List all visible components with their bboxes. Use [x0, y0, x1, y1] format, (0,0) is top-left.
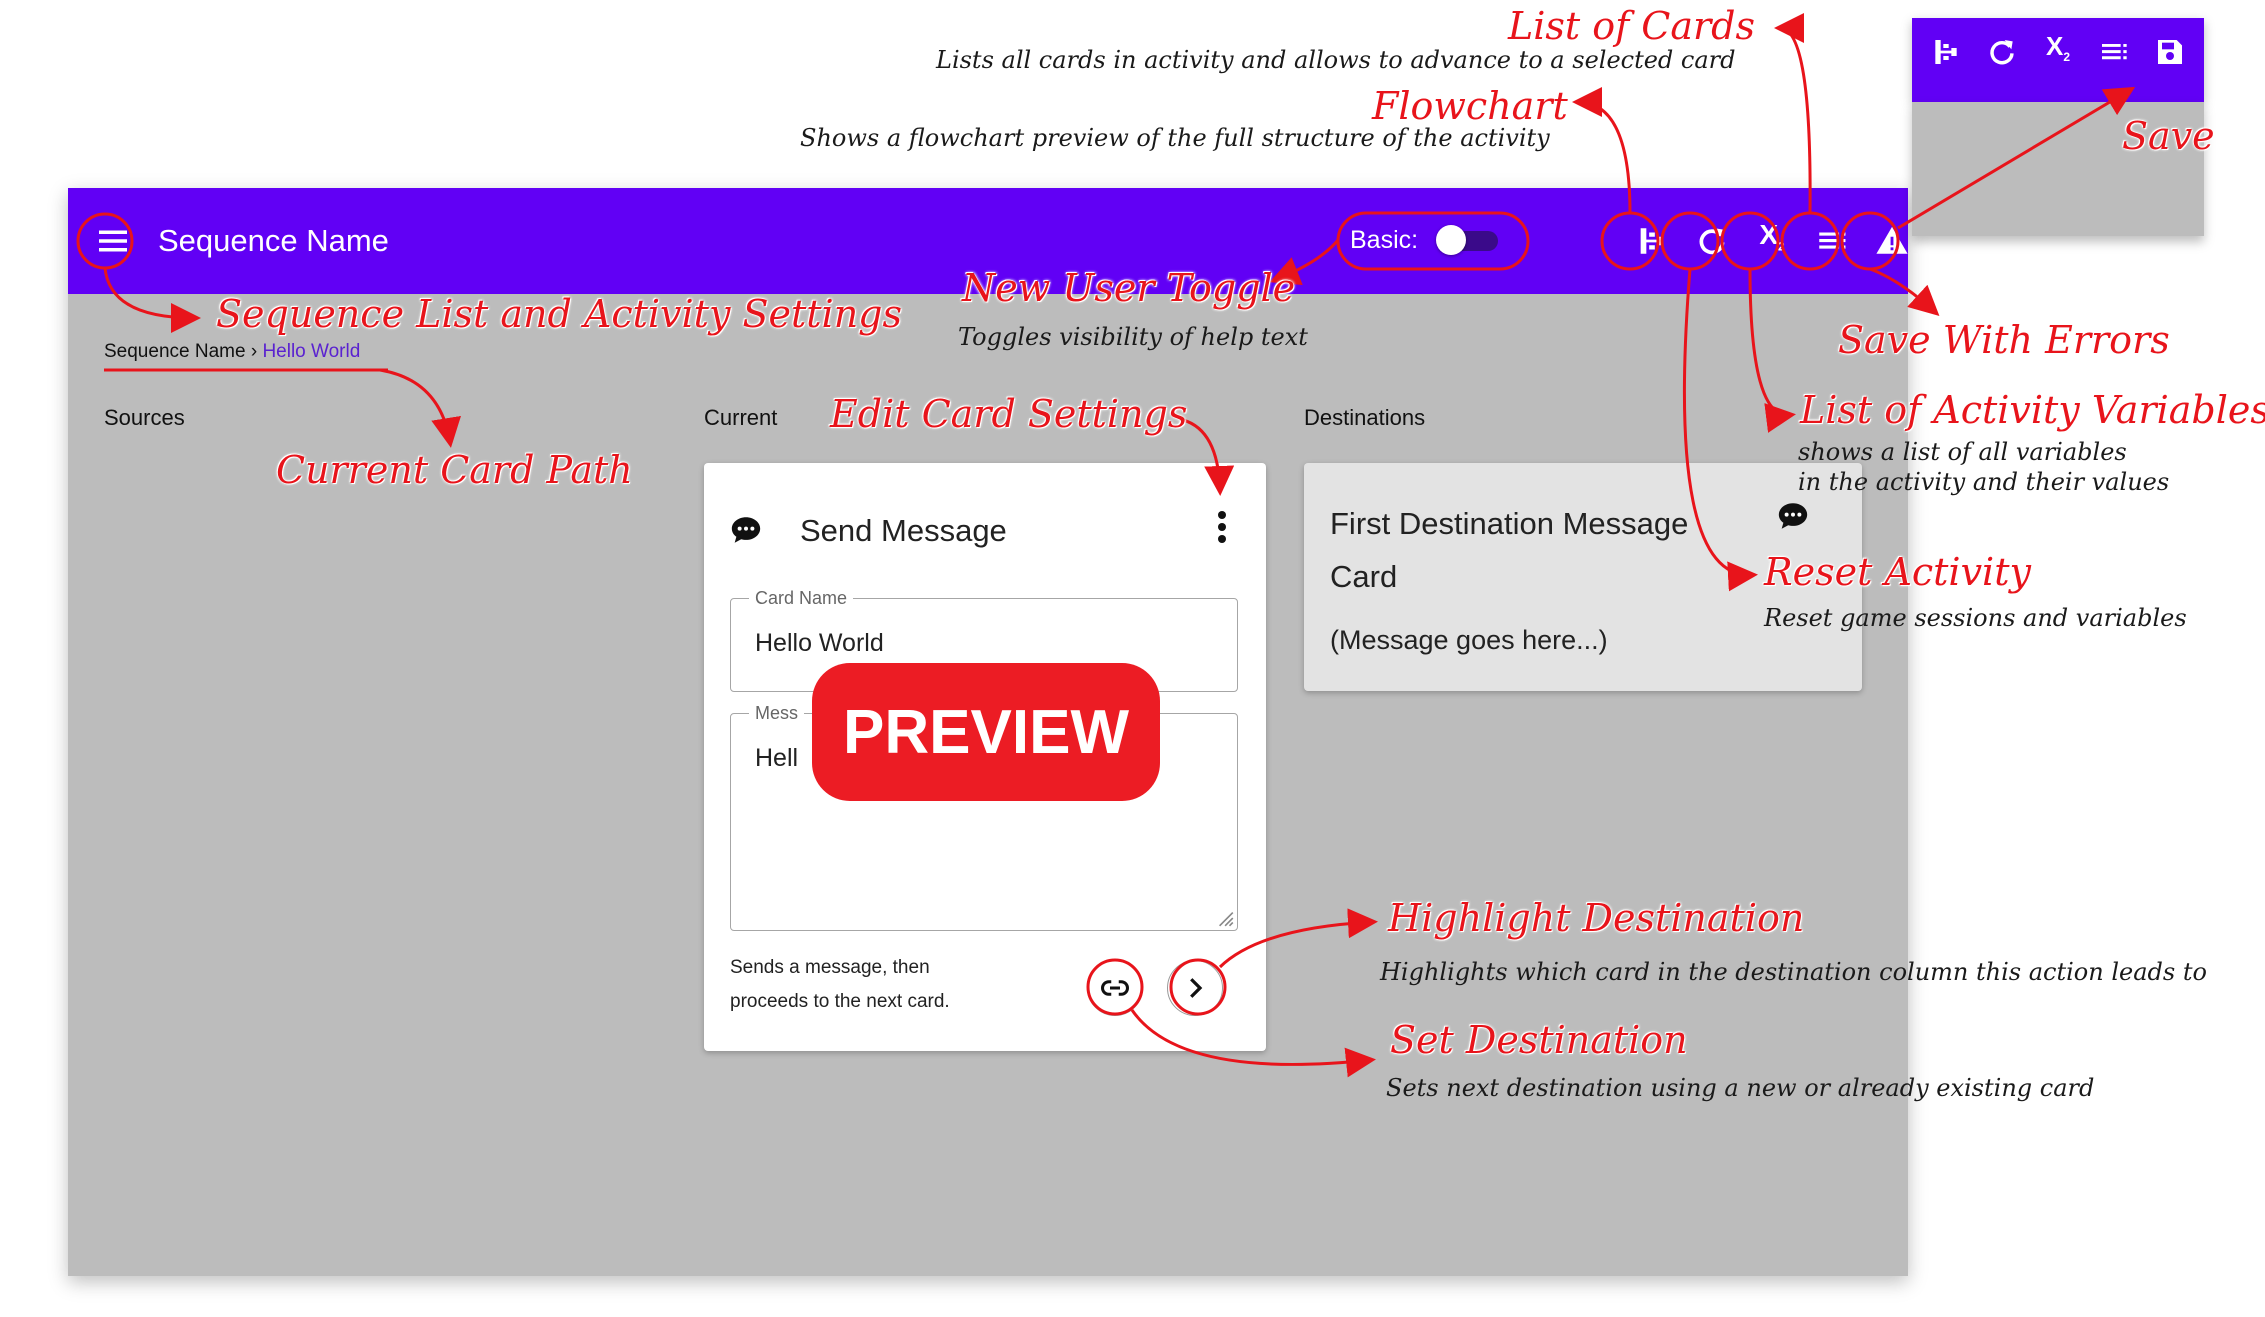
annotation-list-of-variables-desc-2: in the activity and their values [1798, 468, 2170, 496]
description-line-2: proceeds to the next card. [730, 991, 950, 1012]
annotation-set-destination-desc: Sets next destination using a new or alr… [1386, 1074, 2095, 1102]
mini-variables-button[interactable]: X2 [2038, 31, 2078, 72]
variables-button[interactable]: X2 [1750, 219, 1794, 263]
chat-icon [731, 517, 761, 543]
annotation-current-card-path: Current Card Path [276, 448, 633, 492]
breadcrumb-separator: › [250, 341, 258, 362]
variables-icon: X2 [1759, 219, 1785, 254]
annotation-new-user-toggle-desc: Toggles visibility of help text [958, 323, 1308, 351]
card-list-button[interactable] [1810, 219, 1854, 263]
card-name-value: Hello World [755, 629, 884, 657]
annotation-highlight-destination: Highlight Destination [1388, 896, 1805, 940]
chat-icon [1778, 503, 1808, 529]
annotation-highlight-destination-desc: Highlights which card in the destination… [1380, 958, 2207, 986]
basic-toggle-label: Basic: [1350, 226, 1419, 254]
mini-card-list-button[interactable] [2094, 32, 2134, 72]
annotation-save: Save [2122, 114, 2215, 158]
sources-column-header: Sources [104, 405, 185, 430]
annotation-reset-activity-desc: Reset game sessions and variables [1764, 604, 2187, 632]
mini-flowchart-button[interactable] [1926, 32, 1966, 72]
annotation-save-with-errors: Save With Errors [1838, 318, 2170, 362]
toggle-thumb [1436, 225, 1466, 255]
more-vert-icon[interactable] [1206, 507, 1238, 547]
chevron-right-icon [1190, 978, 1203, 998]
reset-icon [1699, 228, 1725, 255]
destination-title-line-2: Card [1330, 559, 1398, 594]
description-line-1: Sends a message, then [730, 957, 930, 978]
variables-icon: X2 [2045, 31, 2071, 65]
card-description: Sends a message, then proceeds to the ne… [730, 951, 1020, 1019]
annotation-flowchart: Flowchart [1372, 84, 1568, 128]
preview-badge: PREVIEW [812, 663, 1160, 801]
list-icon [1819, 232, 1846, 249]
set-destination-button[interactable] [1087, 960, 1143, 1016]
destination-card-subtitle: (Message goes here...) [1330, 625, 1608, 655]
mini-save-button[interactable] [2150, 32, 2190, 72]
breadcrumb-current[interactable]: Hello World [262, 341, 360, 362]
resize-handle-icon[interactable] [1213, 906, 1235, 928]
flowchart-button[interactable] [1630, 219, 1674, 263]
sequence-title: Sequence Name [158, 223, 389, 258]
menu-icon[interactable] [92, 220, 134, 262]
card-name-label: Card Name [749, 588, 854, 609]
link-icon [1101, 980, 1129, 996]
annotation-flowchart-desc: Shows a flowchart preview of the full st… [800, 124, 1550, 152]
list-icon [2102, 44, 2127, 60]
breadcrumb-root[interactable]: Sequence Name [104, 341, 246, 362]
annotation-list-of-variables: List of Activity Variables [1800, 388, 2265, 432]
warning-icon [1876, 226, 1908, 254]
reset-icon [1990, 40, 2014, 65]
annotation-list-of-cards: List of Cards [1508, 4, 1755, 48]
message-value: Hell [755, 744, 799, 772]
annotation-sequence-list: Sequence List and Activity Settings [216, 292, 903, 336]
reset-button[interactable] [1690, 219, 1734, 263]
annotation-reset-activity: Reset Activity [1764, 550, 2031, 594]
destinations-column-header: Destinations [1304, 405, 1426, 430]
card-title: Send Message [800, 513, 1007, 548]
current-column-header: Current [704, 405, 778, 430]
save-with-errors-button[interactable] [1870, 219, 1908, 263]
new-user-toggle[interactable] [1436, 224, 1502, 256]
annotation-list-of-cards-desc: Lists all cards in activity and allows t… [936, 46, 1736, 74]
flowchart-icon [1935, 40, 1957, 64]
breadcrumb: Sequence Name › Hello World [104, 341, 360, 363]
mini-reset-button[interactable] [1982, 32, 2022, 72]
destination-card-title: First Destination Message Card [1330, 497, 1750, 603]
annotation-new-user-toggle: New User Toggle [962, 266, 1296, 310]
highlight-destination-button[interactable] [1167, 960, 1223, 1016]
annotation-edit-card-settings: Edit Card Settings [830, 392, 1188, 436]
destination-title-line-1: First Destination Message [1330, 506, 1689, 541]
message-label: Mess [749, 703, 805, 724]
flowchart-icon [1640, 228, 1664, 254]
save-icon [2158, 40, 2182, 64]
annotation-list-of-variables-desc-1: shows a list of all variables [1798, 438, 2127, 466]
annotation-set-destination: Set Destination [1390, 1018, 1688, 1062]
mini-toolbar: X2 [1912, 18, 2204, 102]
